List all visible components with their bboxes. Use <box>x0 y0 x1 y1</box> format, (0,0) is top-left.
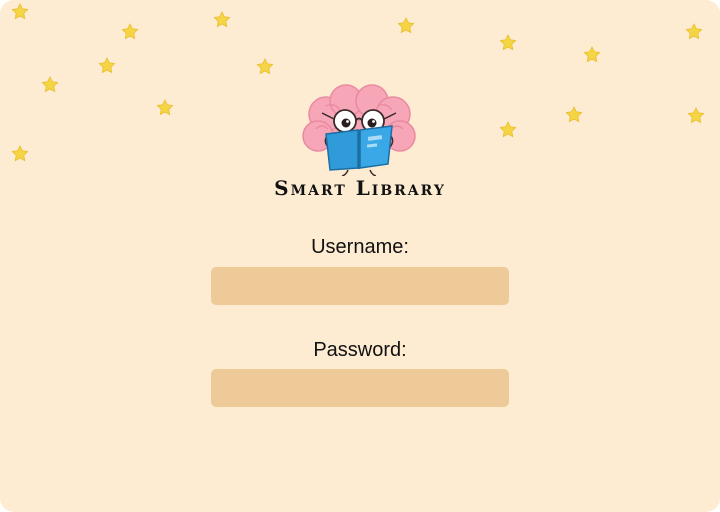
star-icon <box>11 3 29 19</box>
star-icon <box>397 17 415 33</box>
password-input[interactable] <box>211 369 509 407</box>
star-icon <box>156 99 174 115</box>
star-icon <box>499 34 517 50</box>
login-screen: Smart Library Username: Password: <box>0 0 720 512</box>
star-icon <box>41 76 59 92</box>
star-icon <box>685 23 703 39</box>
app-title: Smart Library <box>274 176 446 200</box>
star-icon <box>499 121 517 137</box>
star-icon <box>256 58 274 74</box>
star-icon <box>98 57 116 73</box>
password-label: Password: <box>313 339 407 361</box>
star-icon <box>11 145 29 161</box>
brain-reading-book-icon <box>302 84 416 176</box>
username-input[interactable] <box>211 267 509 305</box>
star-icon <box>687 107 705 123</box>
star-icon <box>565 106 583 122</box>
star-icon <box>121 23 139 39</box>
star-icon <box>583 46 601 62</box>
username-label: Username: <box>311 236 409 258</box>
star-icon <box>213 11 231 27</box>
